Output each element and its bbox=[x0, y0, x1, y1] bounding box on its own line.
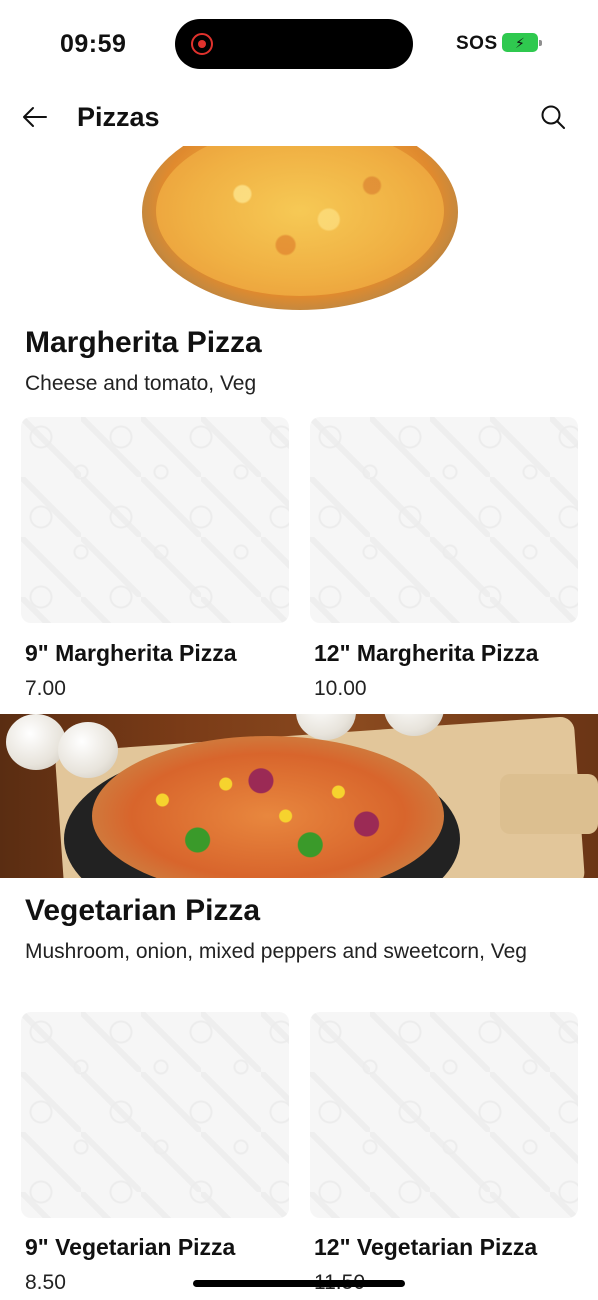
carrier-label: SOS bbox=[456, 33, 498, 54]
item-description: Cheese and tomato, Veg bbox=[25, 372, 257, 395]
variant-placeholder-image[interactable] bbox=[21, 417, 289, 623]
home-indicator[interactable] bbox=[193, 1280, 405, 1287]
status-time: 09:59 bbox=[60, 30, 127, 58]
vegetarian-pizza-image[interactable] bbox=[0, 714, 598, 878]
search-icon[interactable] bbox=[540, 104, 566, 130]
item-title[interactable]: Vegetarian Pizza bbox=[25, 894, 260, 928]
garlic-decoration bbox=[6, 714, 66, 770]
margherita-pizza-image[interactable] bbox=[0, 146, 598, 310]
status-bar: 09:59 SOS ⚡ bbox=[0, 0, 598, 90]
variant-price: 10.00 bbox=[314, 677, 367, 700]
variant-label[interactable]: 12" Vegetarian Pizza bbox=[314, 1234, 537, 1261]
item-description: Mushroom, onion, mixed peppers and sweet… bbox=[25, 940, 527, 963]
variant-placeholder-image[interactable] bbox=[310, 1012, 578, 1218]
dynamic-island bbox=[175, 19, 413, 69]
board-handle bbox=[500, 774, 598, 834]
variant-price: 8.50 bbox=[25, 1271, 66, 1294]
battery-charging-icon: ⚡ bbox=[502, 33, 542, 52]
variant-placeholder-image[interactable] bbox=[310, 417, 578, 623]
variant-price: 7.00 bbox=[25, 677, 66, 700]
arrow-left-icon[interactable] bbox=[22, 104, 48, 130]
app-header: Pizzas bbox=[0, 90, 598, 146]
page-title: Pizzas bbox=[77, 102, 160, 132]
screen-recording-icon bbox=[191, 33, 213, 55]
variant-label[interactable]: 12" Margherita Pizza bbox=[314, 640, 538, 667]
variant-label[interactable]: 9" Margherita Pizza bbox=[25, 640, 237, 667]
variant-label[interactable]: 9" Vegetarian Pizza bbox=[25, 1234, 235, 1261]
pizza-photo bbox=[142, 146, 458, 310]
variant-placeholder-image[interactable] bbox=[21, 1012, 289, 1218]
garlic-decoration bbox=[58, 722, 118, 778]
item-title[interactable]: Margherita Pizza bbox=[25, 326, 262, 360]
